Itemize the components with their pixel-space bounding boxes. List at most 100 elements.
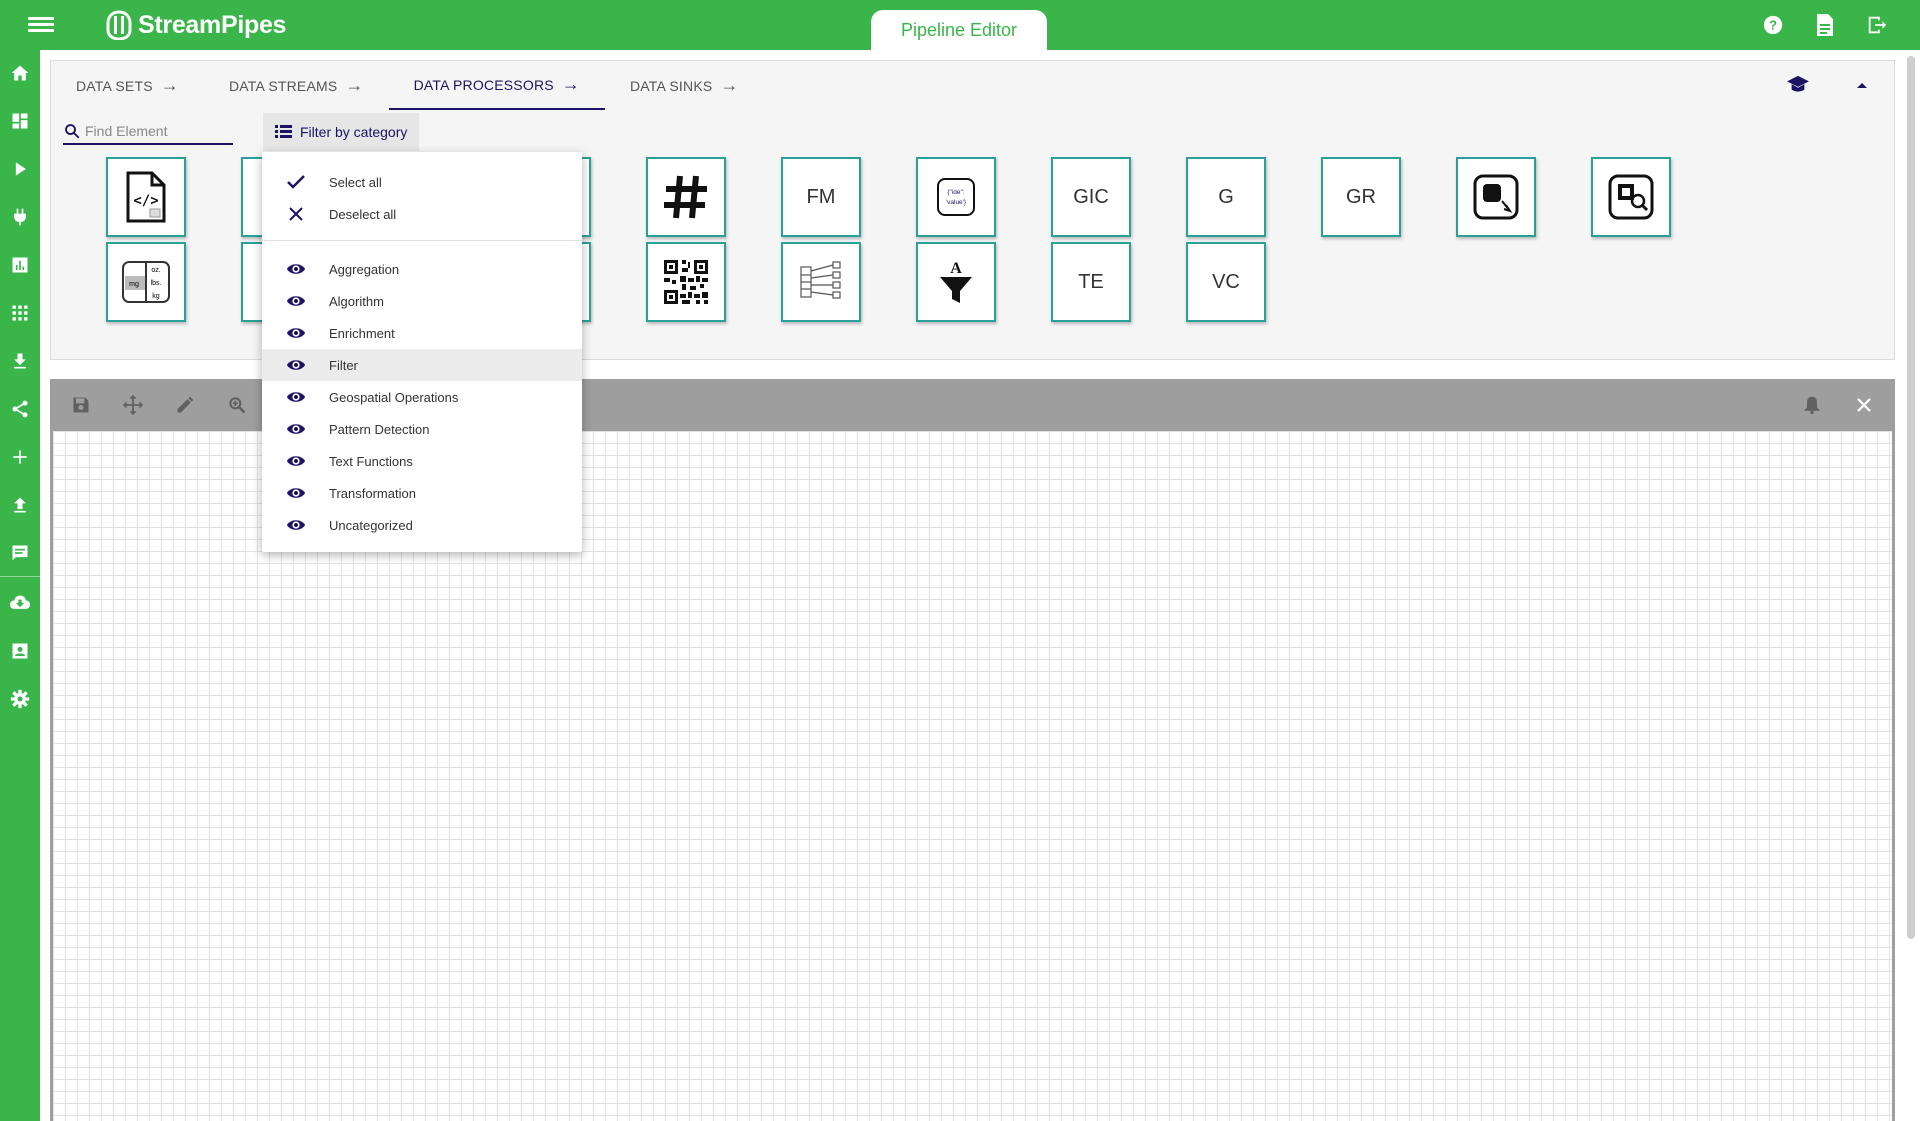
- tile-label: G: [1218, 185, 1234, 208]
- filter-by-category-button[interactable]: Filter by category: [263, 113, 420, 151]
- move-icon[interactable]: [120, 392, 146, 418]
- tab-label: DATA PROCESSORS: [413, 76, 554, 93]
- text-filter-icon: A: [940, 260, 972, 303]
- code-file-icon: </>: [126, 171, 166, 223]
- sidebar-add-icon[interactable]: [0, 437, 40, 477]
- sidebar-share-icon[interactable]: [0, 389, 40, 429]
- tile-label: GR: [1346, 185, 1376, 208]
- tile-text-filter[interactable]: A: [916, 242, 996, 322]
- sidebar-plug-icon[interactable]: [0, 197, 40, 237]
- sidebar-apps-icon[interactable]: [0, 293, 40, 333]
- category-option-transformation[interactable]: Transformation: [262, 477, 582, 509]
- eye-icon: [286, 291, 306, 311]
- sidebar-divider: [0, 576, 40, 577]
- pipeline-editor-tab[interactable]: Pipeline Editor: [871, 10, 1047, 50]
- save-icon[interactable]: [68, 392, 94, 418]
- tab-data-sinks[interactable]: DATA SINKS →: [605, 61, 764, 110]
- filter-button-label: Filter by category: [300, 124, 408, 140]
- option-label: Transformation: [329, 485, 416, 501]
- sidebar-upload-icon[interactable]: [0, 485, 40, 525]
- category-option-algorithm[interactable]: Algorithm: [262, 285, 582, 317]
- logout-icon[interactable]: [1864, 12, 1890, 38]
- tab-label: DATA SINKS: [630, 77, 713, 94]
- deselect-all-option[interactable]: Deselect all: [262, 198, 582, 230]
- tab-data-streams[interactable]: DATA STREAMS →: [204, 61, 389, 110]
- arrow-right-icon: →: [160, 75, 179, 95]
- sidebar-dashboard-icon[interactable]: [0, 101, 40, 141]
- tile-json-key-value[interactable]: {"ide": 'value'}: [916, 157, 996, 237]
- category-option-text-functions[interactable]: Text Functions: [262, 445, 582, 477]
- tile-unit-conversion[interactable]: mg oz. lbs. kg: [106, 242, 186, 322]
- document-icon[interactable]: [1812, 12, 1838, 38]
- tile-gr[interactable]: GR: [1321, 157, 1401, 237]
- svg-text:lbs.: lbs.: [151, 280, 162, 287]
- tile-frame-search[interactable]: [1591, 157, 1671, 237]
- tile-field-hierarchy[interactable]: [781, 242, 861, 322]
- tile-gic[interactable]: GIC: [1051, 157, 1131, 237]
- svg-text:?: ?: [1769, 18, 1777, 33]
- tile-hashtag[interactable]: [646, 157, 726, 237]
- eye-icon: [286, 323, 306, 343]
- zoom-icon[interactable]: [224, 392, 250, 418]
- sidebar-settings-icon[interactable]: [0, 679, 40, 719]
- json-key-value-icon: {"ide": 'value'}: [937, 178, 975, 216]
- tutorial-icon[interactable]: [1784, 71, 1812, 99]
- tile-qr-code[interactable]: [646, 242, 726, 322]
- page-scrollbar[interactable]: [1907, 56, 1915, 939]
- app-logo[interactable]: StreamPipes: [106, 9, 286, 41]
- left-sidebar: [0, 50, 40, 1121]
- tile-g[interactable]: G: [1186, 157, 1266, 237]
- sidebar-contact-icon[interactable]: [0, 631, 40, 671]
- tile-vc[interactable]: VC: [1186, 242, 1266, 322]
- eye-icon: [286, 451, 306, 471]
- tile-shape-cursor[interactable]: [1456, 157, 1536, 237]
- tile-label: GIC: [1073, 185, 1109, 208]
- option-label: Aggregation: [329, 261, 400, 277]
- category-option-enrichment[interactable]: Enrichment: [262, 317, 582, 349]
- notification-icon[interactable]: [1799, 392, 1825, 418]
- collapse-panel-icon[interactable]: [1848, 71, 1876, 99]
- option-label: Pattern Detection: [329, 421, 430, 437]
- select-all-option[interactable]: Select all: [262, 166, 582, 198]
- eye-icon: [286, 483, 306, 503]
- sidebar-cloud-download-icon[interactable]: [0, 583, 40, 623]
- category-option-uncategorized[interactable]: Uncategorized: [262, 509, 582, 541]
- tab-data-processors[interactable]: DATA PROCESSORS →: [388, 61, 605, 110]
- sidebar-download-icon[interactable]: [0, 341, 40, 381]
- category-option-filter[interactable]: Filter: [262, 349, 582, 381]
- svg-text:</>: </>: [133, 193, 158, 209]
- option-label: Select all: [329, 174, 382, 190]
- eye-icon: [286, 259, 306, 279]
- close-icon: [286, 204, 306, 224]
- dropdown-divider: [262, 240, 582, 241]
- field-hierarchy-icon: [800, 261, 841, 299]
- tab-data-sets[interactable]: DATA SETS →: [51, 61, 204, 110]
- category-option-geospatial-operations[interactable]: Geospatial Operations: [262, 381, 582, 413]
- tile-te[interactable]: TE: [1051, 242, 1131, 322]
- unit-conversion-icon: mg oz. lbs. kg: [122, 261, 170, 303]
- option-label: Filter: [329, 357, 358, 373]
- svg-text:kg: kg: [152, 293, 160, 300]
- category-option-pattern-detection[interactable]: Pattern Detection: [262, 413, 582, 445]
- category-option-aggregation[interactable]: Aggregation: [262, 253, 582, 285]
- tile-code-processor[interactable]: </>: [106, 157, 186, 237]
- option-label: Text Functions: [329, 453, 413, 469]
- close-icon[interactable]: [1851, 392, 1877, 418]
- tab-label: DATA STREAMS: [228, 77, 338, 94]
- option-label: Enrichment: [329, 325, 395, 341]
- search-input[interactable]: [85, 123, 225, 139]
- help-icon[interactable]: ?: [1760, 12, 1786, 38]
- hamburger-menu-icon[interactable]: [28, 14, 54, 36]
- list-icon: [275, 125, 292, 138]
- sidebar-play-icon[interactable]: [0, 149, 40, 189]
- check-icon: [286, 172, 306, 192]
- arrow-right-icon: →: [345, 75, 364, 95]
- sidebar-chart-icon[interactable]: [0, 245, 40, 285]
- sidebar-home-icon[interactable]: [0, 53, 40, 93]
- tab-label: DATA SETS: [76, 77, 153, 94]
- edit-icon[interactable]: [172, 392, 198, 418]
- tile-fm[interactable]: FM: [781, 157, 861, 237]
- svg-text:'value'}: 'value'}: [946, 199, 967, 206]
- sidebar-notifications-icon[interactable]: [0, 533, 40, 573]
- option-label: Deselect all: [329, 206, 397, 222]
